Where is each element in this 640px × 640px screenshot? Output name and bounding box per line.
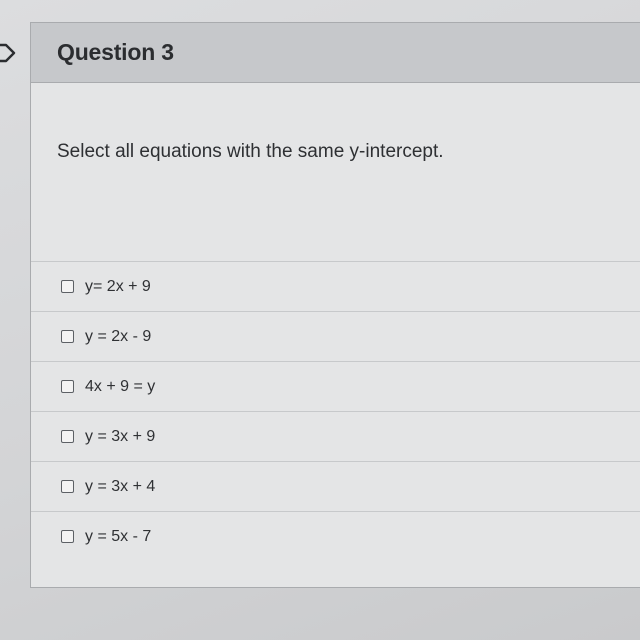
question-prompt: Select all equations with the same y-int… xyxy=(57,141,444,162)
question-title: Question 3 xyxy=(57,39,174,65)
answer-option[interactable]: y = 5x - 7 xyxy=(31,511,640,561)
quiz-page: Question 3 Select all equations with the… xyxy=(0,0,640,640)
checkbox[interactable] xyxy=(61,530,74,543)
checkbox[interactable] xyxy=(61,280,74,293)
answer-option[interactable]: y = 3x + 9 xyxy=(31,411,640,461)
answer-option[interactable]: y = 2x - 9 xyxy=(31,311,640,361)
answer-label: y = 3x + 9 xyxy=(85,427,156,445)
answer-list: y= 2x + 9 y = 2x - 9 4x + 9 = y y = 3x +… xyxy=(31,261,640,561)
answer-label: y = 2x - 9 xyxy=(85,327,152,345)
answer-option[interactable]: y = 3x + 4 xyxy=(31,461,640,511)
answer-option[interactable]: y= 2x + 9 xyxy=(31,261,640,311)
answer-label: 4x + 9 = y xyxy=(85,377,156,395)
checkbox[interactable] xyxy=(61,430,74,443)
question-card: Question 3 Select all equations with the… xyxy=(30,22,640,588)
checkbox[interactable] xyxy=(61,480,74,493)
answer-option[interactable]: 4x + 9 = y xyxy=(31,361,640,411)
flag-icon[interactable] xyxy=(0,42,18,64)
checkbox[interactable] xyxy=(61,330,74,343)
answer-label: y = 5x - 7 xyxy=(85,527,152,545)
answer-label: y = 3x + 4 xyxy=(85,477,156,495)
question-header: Question 3 xyxy=(31,23,640,83)
checkbox[interactable] xyxy=(61,380,74,393)
answer-label: y= 2x + 9 xyxy=(85,277,151,295)
